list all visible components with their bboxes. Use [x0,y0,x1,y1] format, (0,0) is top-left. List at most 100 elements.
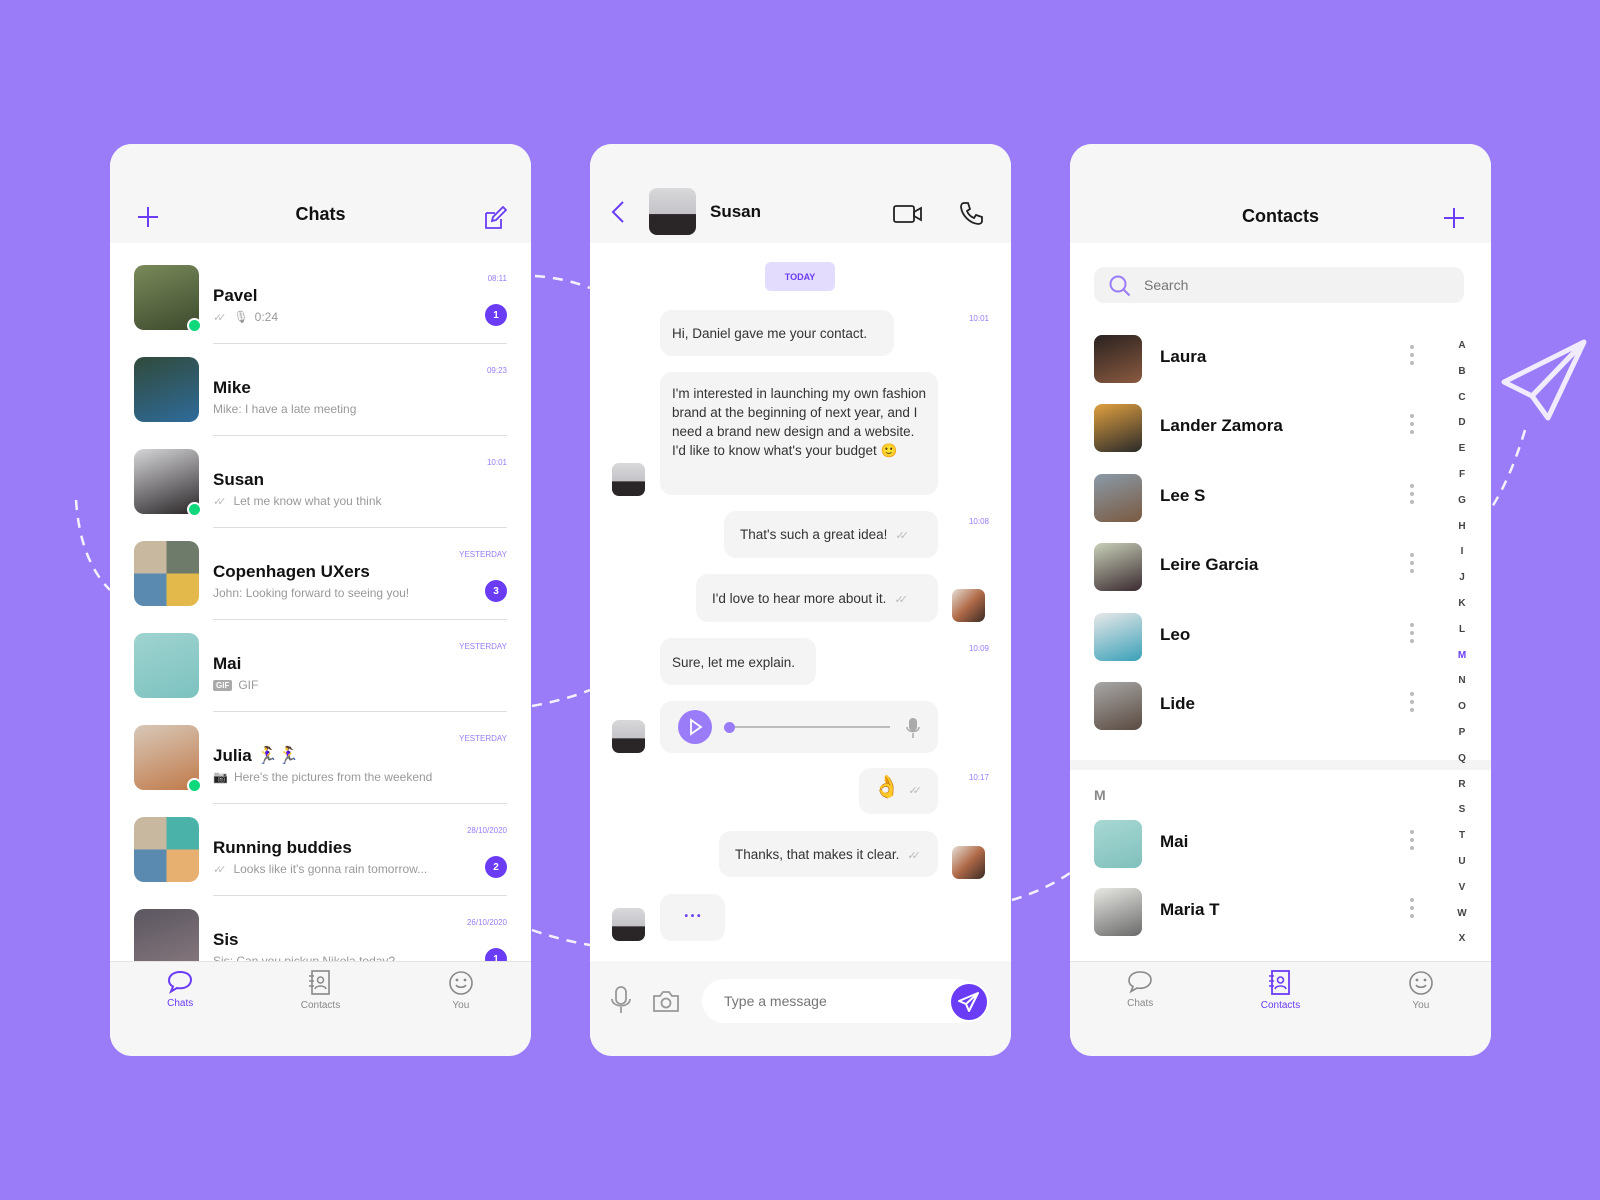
contact-item[interactable]: Laura [1070,329,1470,389]
message-time: 10:01 [968,314,989,323]
alphabet-letter[interactable]: W [1452,908,1472,934]
alphabet-index[interactable]: ABCDEFGHIJKLMNOPQRSTUVWX [1452,340,1472,959]
nav-contacts[interactable]: Contacts [1235,970,1325,1056]
chat-bubble-icon [168,970,193,994]
alphabet-letter[interactable]: M [1452,650,1472,676]
video-call-icon[interactable] [893,204,923,224]
contact-item[interactable]: Lander Zamora [1070,398,1470,458]
more-options-icon[interactable] [1408,622,1416,643]
back-arrow-icon[interactable] [610,200,626,224]
more-options-icon[interactable] [1408,345,1416,365]
contact-name[interactable]: Susan [710,202,761,222]
search-input[interactable] [1144,267,1444,303]
nav-you[interactable]: You [416,970,506,1056]
bottom-nav: Chats Contacts You [1070,961,1491,1056]
contact-item[interactable]: Leo [1070,607,1470,667]
more-options-icon[interactable] [1408,898,1416,918]
play-icon [690,718,703,736]
alphabet-letter[interactable]: O [1452,701,1472,727]
sender-avatar [612,720,645,753]
chat-bubble-icon [1128,971,1152,994]
avatar [134,541,199,606]
alphabet-letter[interactable]: L [1452,624,1472,650]
alphabet-letter[interactable]: U [1452,856,1472,882]
online-indicator [187,502,202,517]
read-ticks-icon: ✓✓ [213,311,227,324]
camera-icon[interactable] [652,990,680,1012]
nav-label: Contacts [300,1000,341,1011]
alphabet-letter[interactable]: D [1452,417,1472,443]
phone-icon[interactable] [959,201,985,227]
alphabet-letter[interactable]: T [1452,830,1472,856]
alphabet-letter[interactable]: E [1452,443,1472,469]
alphabet-letter[interactable]: C [1452,392,1472,418]
voice-progress-handle[interactable] [724,722,735,733]
page-title: Chats [295,204,346,224]
plus-icon[interactable] [1443,207,1465,229]
chat-name: Susan [213,470,265,489]
online-indicator [187,318,202,333]
voice-progress-track[interactable] [728,726,890,728]
message-time: 10:09 [968,644,989,653]
alphabet-letter[interactable]: H [1452,521,1472,547]
contact-item[interactable]: Lide [1070,676,1470,736]
avatar [1094,473,1142,522]
play-button[interactable] [678,710,712,744]
message-incoming: I'm interested in launching my own fashi… [660,372,938,495]
contact-item[interactable]: Maria T [1070,882,1470,942]
chat-list-item[interactable]: Susan ✓✓ Let me know what you think 10:01 [110,436,531,528]
compose-icon[interactable] [483,206,507,230]
nav-you[interactable]: You [1376,970,1466,1056]
my-avatar [952,589,985,622]
alphabet-letter[interactable]: P [1452,727,1472,753]
alphabet-letter[interactable]: I [1452,546,1472,572]
contacts-screen: Contacts Laura Lander Zamora Lee S Leire Ga… [1070,144,1491,1056]
contact-item[interactable]: Lee S [1070,468,1470,528]
contact-avatar[interactable] [649,188,696,235]
more-options-icon[interactable] [1408,553,1416,574]
microphone-icon[interactable] [611,986,631,1014]
alphabet-letter[interactable]: Q [1452,753,1472,779]
nav-chats[interactable]: Chats [135,970,225,1056]
chat-time: 28/10/2020 [466,826,507,835]
more-options-icon[interactable] [1408,483,1416,504]
section-divider [1070,760,1491,770]
alphabet-letter[interactable]: V [1452,882,1472,908]
alphabet-letter[interactable]: F [1452,469,1472,495]
message-outgoing: That's such a great idea! ✓✓ [724,511,938,558]
read-ticks-icon: ✓✓ [908,785,922,797]
chat-list-item[interactable]: Julia 🏃‍♀️🏃‍♀️ 📷 Here's the pictures from … [110,712,531,804]
conversation-screen: Susan TODAY Hi, Daniel gave me your cont… [590,144,1011,1056]
more-options-icon[interactable] [1408,830,1416,850]
chat-list-item[interactable]: Mike Mike: I have a late meeting 09:23 [110,344,531,436]
more-options-icon[interactable] [1408,414,1416,435]
alphabet-letter[interactable]: X [1452,933,1472,959]
chat-name: Julia 🏃‍♀️🏃‍♀️ [213,746,299,765]
nav-chats[interactable]: Chats [1095,970,1185,1056]
contact-item[interactable]: Mai [1070,814,1470,874]
alphabet-letter[interactable]: N [1452,675,1472,701]
search-field[interactable] [1094,267,1464,303]
gif-icon: GIF [213,679,233,691]
alphabet-letter[interactable]: B [1452,366,1472,392]
address-book-icon [1269,970,1291,995]
send-button[interactable] [949,982,989,1022]
chat-preview: John: Looking forward to seeing you! [213,586,409,600]
alphabet-letter[interactable]: J [1452,572,1472,598]
alphabet-letter[interactable]: K [1452,598,1472,624]
alphabet-letter[interactable]: G [1452,495,1472,521]
message-input[interactable] [702,979,980,1023]
alphabet-letter[interactable]: S [1452,804,1472,830]
contact-item[interactable]: Leire Garcia [1070,537,1470,597]
section-header: M [1094,787,1106,803]
chat-list-item[interactable]: Mai GIF GIF YESTERDAY [110,620,531,712]
message-outgoing: I'd love to hear more about it. ✓✓ [696,574,938,622]
avatar [1094,335,1142,383]
alphabet-letter[interactable]: A [1452,340,1472,366]
chat-list-item[interactable]: Running buddies ✓✓ Looks like it's gonna r… [110,804,531,896]
chat-list-item[interactable]: Copenhagen UXers John: Looking forward to… [110,528,531,620]
alphabet-letter[interactable]: R [1452,779,1472,805]
more-options-icon[interactable] [1408,692,1416,712]
chat-list-item[interactable]: Pavel ✓✓ 🎙 0:24 08:11 1 [110,252,531,344]
nav-contacts[interactable]: Contacts [275,970,365,1056]
